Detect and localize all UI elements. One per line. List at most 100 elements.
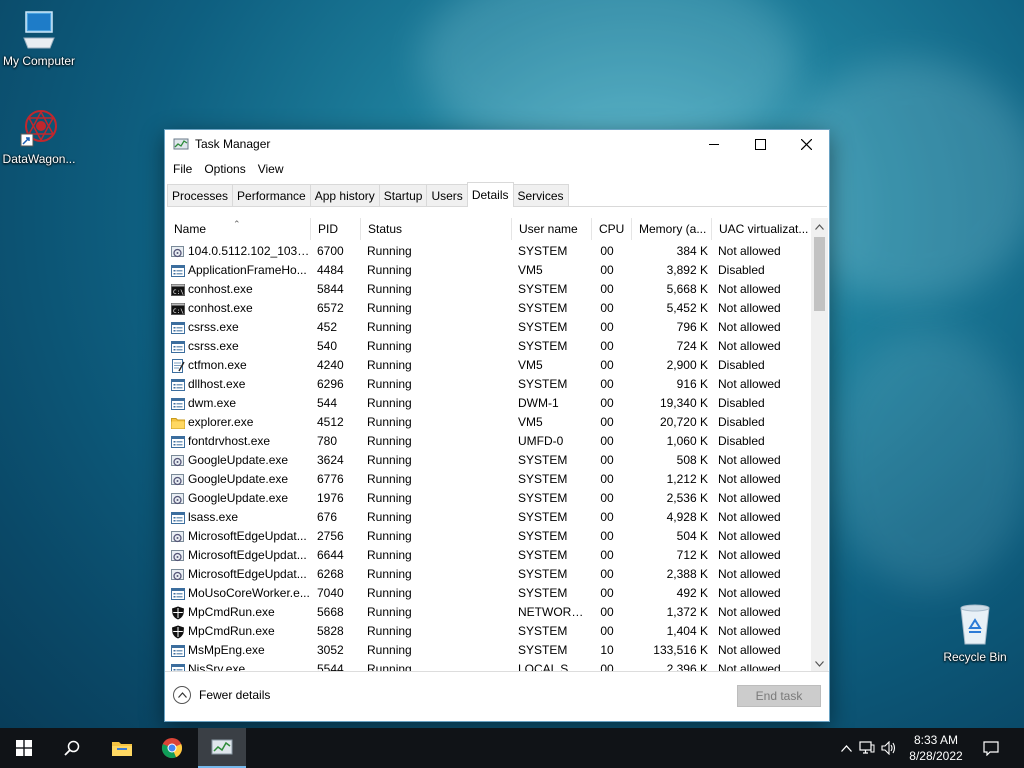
pid-cell: 3052 — [317, 643, 344, 657]
table-row[interactable]: MicrosoftEdgeUpdat... 6268 Running SYSTEM 00… — [167, 565, 812, 584]
process-name-cell: dllhost.exe — [171, 375, 310, 394]
pid-cell: 6700 — [317, 244, 344, 258]
memory-cell: 492 K — [676, 586, 708, 600]
tab-processes[interactable]: Processes — [167, 184, 234, 206]
process-name-cell: 104.0.5112.102_103.0.... — [171, 242, 310, 261]
task-manager-window: Task Manager File Options View Processes… — [164, 129, 830, 722]
scroll-thumb[interactable] — [814, 237, 825, 311]
memory-cell: 712 K — [676, 548, 708, 562]
status-cell: Running — [367, 263, 412, 277]
desktop-icon-datawagon[interactable]: DataWagon... — [0, 108, 81, 166]
table-row[interactable]: MicrosoftEdgeUpdat... 2756 Running SYSTEM 00… — [167, 527, 812, 546]
cpu-cell: 00 — [600, 605, 614, 619]
table-row[interactable]: GoogleUpdate.exe 6776 Running SYSTEM 00 1,212… — [167, 470, 812, 489]
tab-startup[interactable]: Startup — [378, 184, 428, 206]
column-header-user-name[interactable]: User name — [512, 218, 592, 240]
column-header-cpu[interactable]: CPU — [592, 218, 632, 240]
table-row[interactable]: lsass.exe 676 Running SYSTEM 00 4,928 K Not al… — [167, 508, 812, 527]
process-app-icon — [171, 378, 185, 392]
column-header-memory[interactable]: Memory (a... — [632, 218, 712, 240]
pid-cell: 780 — [317, 434, 338, 448]
uac-cell: Not allowed — [718, 643, 781, 657]
pid-cell: 6644 — [317, 548, 344, 562]
action-center-button[interactable] — [968, 728, 1014, 768]
desktop-icon-recycle-bin[interactable]: Recycle Bin — [933, 602, 1017, 664]
taskbar-task-manager[interactable] — [198, 728, 246, 768]
taskbar-chrome[interactable] — [148, 728, 196, 768]
table-row[interactable]: MpCmdRun.exe 5828 Running SYSTEM 00 1,404 K No… — [167, 622, 812, 641]
maximize-button[interactable] — [737, 130, 783, 158]
tab-services[interactable]: Services — [512, 184, 569, 206]
taskbar-file-explorer[interactable] — [98, 728, 146, 768]
table-row[interactable]: 104.0.5112.102_103.0.... 6700 Running SYSTE… — [167, 242, 812, 261]
uac-cell: Disabled — [718, 415, 765, 429]
start-button[interactable] — [0, 728, 48, 768]
table-row[interactable]: C:\ conhost.exe 6572 Running SYSTEM 00 5,452 K… — [167, 299, 812, 318]
tab-users[interactable]: Users — [426, 184, 468, 206]
table-row[interactable]: GoogleUpdate.exe 1976 Running SYSTEM 00 2,536… — [167, 489, 812, 508]
table-row[interactable]: csrss.exe 540 Running SYSTEM 00 724 K Not allo… — [167, 337, 812, 356]
tab-app-history[interactable]: App history — [309, 184, 380, 206]
uac-cell: Not allowed — [718, 453, 781, 467]
column-label: Status — [368, 222, 403, 236]
column-header-pid[interactable]: PID — [311, 218, 361, 240]
table-row[interactable]: MsMpEng.exe 3052 Running SYSTEM 10 133,516 K N… — [167, 641, 812, 660]
memory-cell: 133,516 K — [653, 643, 708, 657]
cpu-cell: 00 — [600, 434, 614, 448]
scroll-down-button[interactable] — [811, 655, 828, 672]
process-app-icon — [171, 587, 185, 601]
process-console-icon: C:\ — [171, 302, 185, 316]
table-row[interactable]: MoUsoCoreWorker.e... 7040 Running SYSTEM 00 4… — [167, 584, 812, 603]
vertical-scrollbar[interactable] — [811, 218, 828, 672]
table-row[interactable]: C:\ conhost.exe 5844 Running SYSTEM 00 5,668 K… — [167, 280, 812, 299]
table-row[interactable]: GoogleUpdate.exe 3624 Running SYSTEM 00 508 K… — [167, 451, 812, 470]
process-name: MoUsoCoreWorker.e... — [188, 586, 310, 600]
process-name: dwm.exe — [188, 396, 237, 410]
column-header-status[interactable]: Status — [361, 218, 512, 240]
table-row[interactable]: dllhost.exe 6296 Running SYSTEM 00 916 K Not a… — [167, 375, 812, 394]
status-cell: Running — [367, 586, 412, 600]
tab-performance[interactable]: Performance — [232, 184, 311, 206]
user-name-cell: SYSTEM — [518, 377, 568, 391]
column-header-uac[interactable]: UAC virtualizat... — [712, 218, 812, 240]
uac-cell: Not allowed — [718, 624, 781, 638]
tab-details[interactable]: Details — [466, 182, 514, 207]
footer-bar: Fewer details End task — [165, 671, 829, 721]
status-cell: Running — [367, 472, 412, 486]
scroll-up-button[interactable] — [811, 218, 828, 235]
table-row[interactable]: dwm.exe 544 Running DWM-1 00 19,340 K Disabled — [167, 394, 812, 413]
status-cell: Running — [367, 491, 412, 505]
table-row[interactable]: MicrosoftEdgeUpdat... 6644 Running SYSTEM 00… — [167, 546, 812, 565]
menu-view[interactable]: View — [252, 162, 290, 176]
show-hidden-icons-button[interactable] — [836, 744, 856, 752]
cpu-cell: 00 — [600, 453, 614, 467]
memory-cell: 2,388 K — [666, 567, 708, 581]
close-button[interactable] — [783, 130, 829, 158]
pid-cell: 1976 — [317, 491, 344, 505]
network-icon[interactable] — [856, 741, 878, 755]
process-name: ctfmon.exe — [188, 358, 247, 372]
cpu-cell: 00 — [600, 529, 614, 543]
desktop-icon-my-computer[interactable]: My Computer — [0, 10, 81, 68]
column-label: PID — [318, 222, 339, 236]
cpu-cell: 00 — [600, 567, 614, 581]
column-header-name[interactable]: ⌃ Name — [167, 218, 311, 240]
search-button[interactable] — [48, 728, 96, 768]
minimize-button[interactable] — [691, 130, 737, 158]
volume-icon[interactable] — [878, 741, 900, 755]
taskbar: 8:33 AM 8/28/2022 — [0, 728, 1024, 768]
title-bar[interactable]: Task Manager — [165, 130, 829, 158]
table-row[interactable]: MpCmdRun.exe 5668 Running NETWORK... 00 1,372… — [167, 603, 812, 622]
taskbar-clock[interactable]: 8:33 AM 8/28/2022 — [904, 732, 968, 764]
table-row[interactable]: csrss.exe 452 Running SYSTEM 00 796 K Not allo… — [167, 318, 812, 337]
cpu-cell: 00 — [600, 548, 614, 562]
table-row[interactable]: ctfmon.exe 4240 Running VM5 00 2,900 K Disable… — [167, 356, 812, 375]
table-row[interactable]: ApplicationFrameHo... 4484 Running VM5 00 3,8… — [167, 261, 812, 280]
fewer-details-button[interactable]: Fewer details — [173, 686, 270, 704]
table-row[interactable]: fontdrvhost.exe 780 Running UMFD-0 00 1,060 K… — [167, 432, 812, 451]
cpu-cell: 00 — [600, 301, 614, 315]
end-task-button[interactable]: End task — [737, 685, 821, 707]
table-row[interactable]: explorer.exe 4512 Running VM5 00 20,720 K Disa… — [167, 413, 812, 432]
menu-file[interactable]: File — [167, 162, 198, 176]
menu-options[interactable]: Options — [198, 162, 251, 176]
